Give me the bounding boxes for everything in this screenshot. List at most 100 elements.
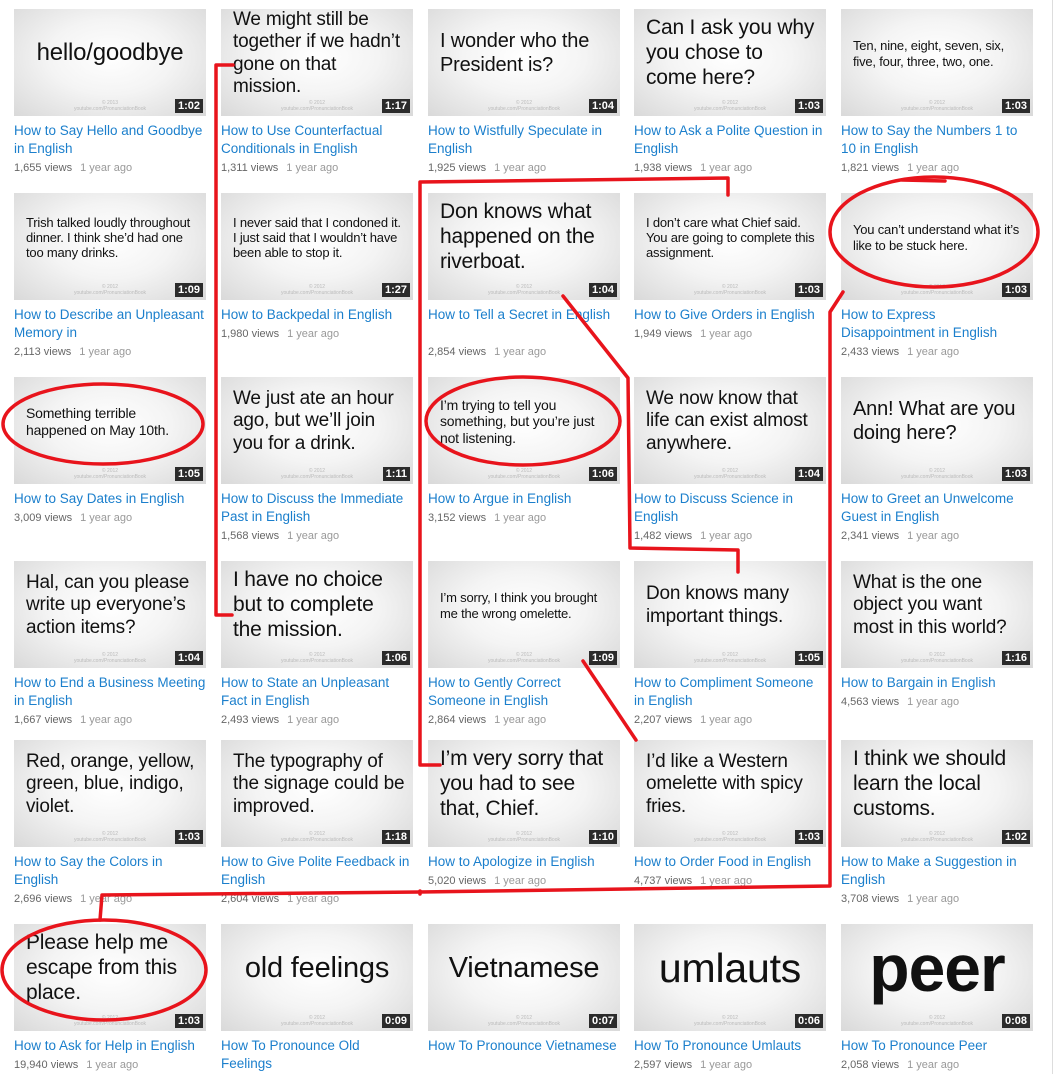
video-thumbnail[interactable]: Ten, nine, eight, seven, six, five, four… — [841, 9, 1033, 116]
video-title-link[interactable]: How to Tell a Secret in English — [428, 306, 620, 342]
video-title-link[interactable]: How To Pronounce Old Feelings — [221, 1037, 413, 1073]
upload-age: 1 year ago — [79, 346, 132, 358]
video-title-link[interactable]: How to Bargain in English — [841, 674, 1033, 692]
video-title-link[interactable]: How to End a Business Meeting in English — [14, 674, 206, 710]
video-title-link[interactable]: How to State an Unpleasant Fact in Engli… — [221, 674, 413, 710]
upload-age: 1 year ago — [287, 714, 340, 726]
video-tile: I’m very sorry that you had to see that,… — [428, 740, 620, 889]
video-title-link[interactable]: How to Wistfully Speculate in English — [428, 122, 620, 158]
video-meta: 3,152 views 1 year ago — [428, 510, 620, 526]
video-thumbnail[interactable]: old feelings © 2012 youtube.com/Pronuncia… — [221, 924, 413, 1031]
video-thumbnail[interactable]: You can’t understand what it’s like to b… — [841, 193, 1033, 300]
video-thumbnail[interactable]: I have no choice but to complete the mis… — [221, 561, 413, 668]
video-thumbnail[interactable]: hello/goodbye © 2013 youtube.com/Pronunci… — [14, 9, 206, 116]
video-title-link[interactable]: How to Argue in English — [428, 490, 620, 508]
video-thumbnail[interactable]: I’m trying to tell you something, but yo… — [428, 377, 620, 484]
video-title-link[interactable]: How to Ask a Polite Question in English — [634, 122, 826, 158]
video-title-link[interactable]: How to Discuss Science in English — [634, 490, 826, 526]
view-count: 2,696 views — [14, 893, 73, 905]
upload-age: 1 year ago — [286, 162, 339, 174]
video-tile: Something terrible happened on May 10th.… — [14, 377, 206, 526]
video-tile: hello/goodbye © 2013 youtube.com/Pronunci… — [14, 9, 206, 176]
video-tile: umlauts © 2012 youtube.com/PronunciationB… — [634, 924, 826, 1073]
thumbnail-phrase: You can’t understand what it’s like to b… — [853, 222, 1020, 253]
duration-badge: 1:03 — [794, 283, 823, 297]
view-count: 2,207 views — [634, 714, 693, 726]
upload-age: 1 year ago — [907, 530, 960, 542]
video-title-link[interactable]: How to Say Dates in English — [14, 490, 206, 508]
video-tile: I’d like a Western omelette with spicy f… — [634, 740, 826, 889]
video-thumbnail[interactable]: I wonder who the President is? © 2012 you… — [428, 9, 620, 116]
video-thumbnail[interactable]: I’d like a Western omelette with spicy f… — [634, 740, 826, 847]
video-title-link[interactable]: How to Give Polite Feedback in English — [221, 853, 413, 889]
duration-badge: 1:11 — [382, 467, 410, 481]
video-thumbnail[interactable]: I’m very sorry that you had to see that,… — [428, 740, 620, 847]
video-meta: 2,113 views 1 year ago — [14, 344, 206, 360]
video-title-link[interactable]: How to Describe an Unpleasant Memory in — [14, 306, 206, 342]
thumbnail-phrase: Hal, can you please write up everyone’s … — [26, 571, 190, 638]
video-title-link[interactable]: How to Use Counterfactual Conditionals i… — [221, 122, 413, 158]
video-thumbnail[interactable]: I never said that I condoned it. I just … — [221, 193, 413, 300]
video-thumbnail[interactable]: peer © 2012 youtube.com/PronunciationBook… — [841, 924, 1033, 1031]
video-tile: You can’t understand what it’s like to b… — [841, 193, 1033, 360]
duration-badge: 1:16 — [1001, 651, 1030, 665]
video-thumbnail[interactable]: I’m sorry, I think you brought me the wr… — [428, 561, 620, 668]
thumbnail-phrase: I’m sorry, I think you brought me the wr… — [440, 590, 598, 621]
video-thumbnail[interactable]: I don’t care what Chief said. You are go… — [634, 193, 826, 300]
duration-badge: 0:07 — [588, 1014, 617, 1028]
video-meta: 2,604 views 1 year ago — [221, 891, 413, 907]
video-meta: 2,493 views 1 year ago — [221, 712, 413, 728]
video-thumbnail[interactable]: Don knows what happened on the riverboat… — [428, 193, 620, 300]
video-thumbnail[interactable]: Ann! What are you doing here? © 2012 yout… — [841, 377, 1033, 484]
video-title-link[interactable]: How To Pronounce Umlauts — [634, 1037, 826, 1055]
video-tile: Ann! What are you doing here? © 2012 yout… — [841, 377, 1033, 544]
video-title-link[interactable]: How to Backpedal in English — [221, 306, 413, 324]
video-title-link[interactable]: How to Discuss the Immediate Past in Eng… — [221, 490, 413, 526]
video-thumbnail[interactable]: We just ate an hour ago, but we’ll join … — [221, 377, 413, 484]
video-title-link[interactable]: How to Ask for Help in English — [14, 1037, 206, 1055]
upload-age: 1 year ago — [287, 328, 340, 340]
video-tile: Don knows what happened on the riverboat… — [428, 193, 620, 360]
page-scrollbar-edge — [1052, 0, 1053, 1074]
video-title-link[interactable]: How to Order Food in English — [634, 853, 826, 871]
video-title-link[interactable]: How to Say the Colors in English — [14, 853, 206, 889]
video-thumbnail[interactable]: I think we should learn the local custom… — [841, 740, 1033, 847]
video-tile: Please help me escape from this place. ©… — [14, 924, 206, 1073]
video-title-link[interactable]: How To Pronounce Vietnamese — [428, 1037, 620, 1073]
view-count: 1,667 views — [14, 714, 73, 726]
video-thumbnail[interactable]: Please help me escape from this place. ©… — [14, 924, 206, 1031]
duration-badge: 1:09 — [174, 283, 203, 297]
video-title-link[interactable]: How to Express Disappointment in English — [841, 306, 1033, 342]
duration-badge: 1:03 — [174, 1014, 203, 1028]
video-thumbnail[interactable]: Can I ask you why you chose to come here… — [634, 9, 826, 116]
video-thumbnail[interactable]: Red, orange, yellow, green, blue, indigo… — [14, 740, 206, 847]
video-title-link[interactable]: How to Say Hello and Goodbye in English — [14, 122, 206, 158]
duration-badge: 0:08 — [1001, 1014, 1030, 1028]
video-thumbnail[interactable]: umlauts © 2012 youtube.com/PronunciationB… — [634, 924, 826, 1031]
video-thumbnail[interactable]: We might still be together if we hadn’t … — [221, 9, 413, 116]
video-title-link[interactable]: How to Say the Numbers 1 to 10 in Englis… — [841, 122, 1033, 158]
thumbnail-phrase: Don knows many important things. — [646, 583, 789, 627]
video-meta: 1,311 views 1 year ago — [221, 160, 413, 176]
view-count: 1,482 views — [634, 530, 693, 542]
video-thumbnail[interactable]: Something terrible happened on May 10th.… — [14, 377, 206, 484]
video-thumbnail[interactable]: Don knows many important things. © 2012 y… — [634, 561, 826, 668]
video-thumbnail[interactable]: We now know that life can exist almost a… — [634, 377, 826, 484]
duration-badge: 1:04 — [588, 283, 617, 297]
view-count: 3,708 views — [841, 893, 900, 905]
video-title-link[interactable]: How to Greet an Unwelcome Guest in Engli… — [841, 490, 1033, 526]
video-title-link[interactable]: How to Compliment Someone in English — [634, 674, 826, 710]
video-title-link[interactable]: How to Apologize in English — [428, 853, 620, 871]
upload-age: 1 year ago — [700, 328, 753, 340]
video-thumbnail[interactable]: Trish talked loudly throughout dinner. I… — [14, 193, 206, 300]
video-title-link[interactable]: How to Give Orders in English — [634, 306, 826, 324]
video-thumbnail[interactable]: Hal, can you please write up everyone’s … — [14, 561, 206, 668]
video-title-link[interactable]: How to Make a Suggestion in English — [841, 853, 1033, 889]
duration-badge: 1:06 — [381, 651, 410, 665]
video-title-link[interactable]: How to Gently Correct Someone in English — [428, 674, 620, 710]
video-thumbnail[interactable]: Vietnamese © 2012 youtube.com/Pronunciati… — [428, 924, 620, 1031]
video-title-link[interactable]: How To Pronounce Peer — [841, 1037, 1033, 1055]
video-thumbnail[interactable]: What is the one object you want most in … — [841, 561, 1033, 668]
video-meta: 2,341 views 1 year ago — [841, 528, 1033, 544]
video-thumbnail[interactable]: The typography of the signage could be i… — [221, 740, 413, 847]
